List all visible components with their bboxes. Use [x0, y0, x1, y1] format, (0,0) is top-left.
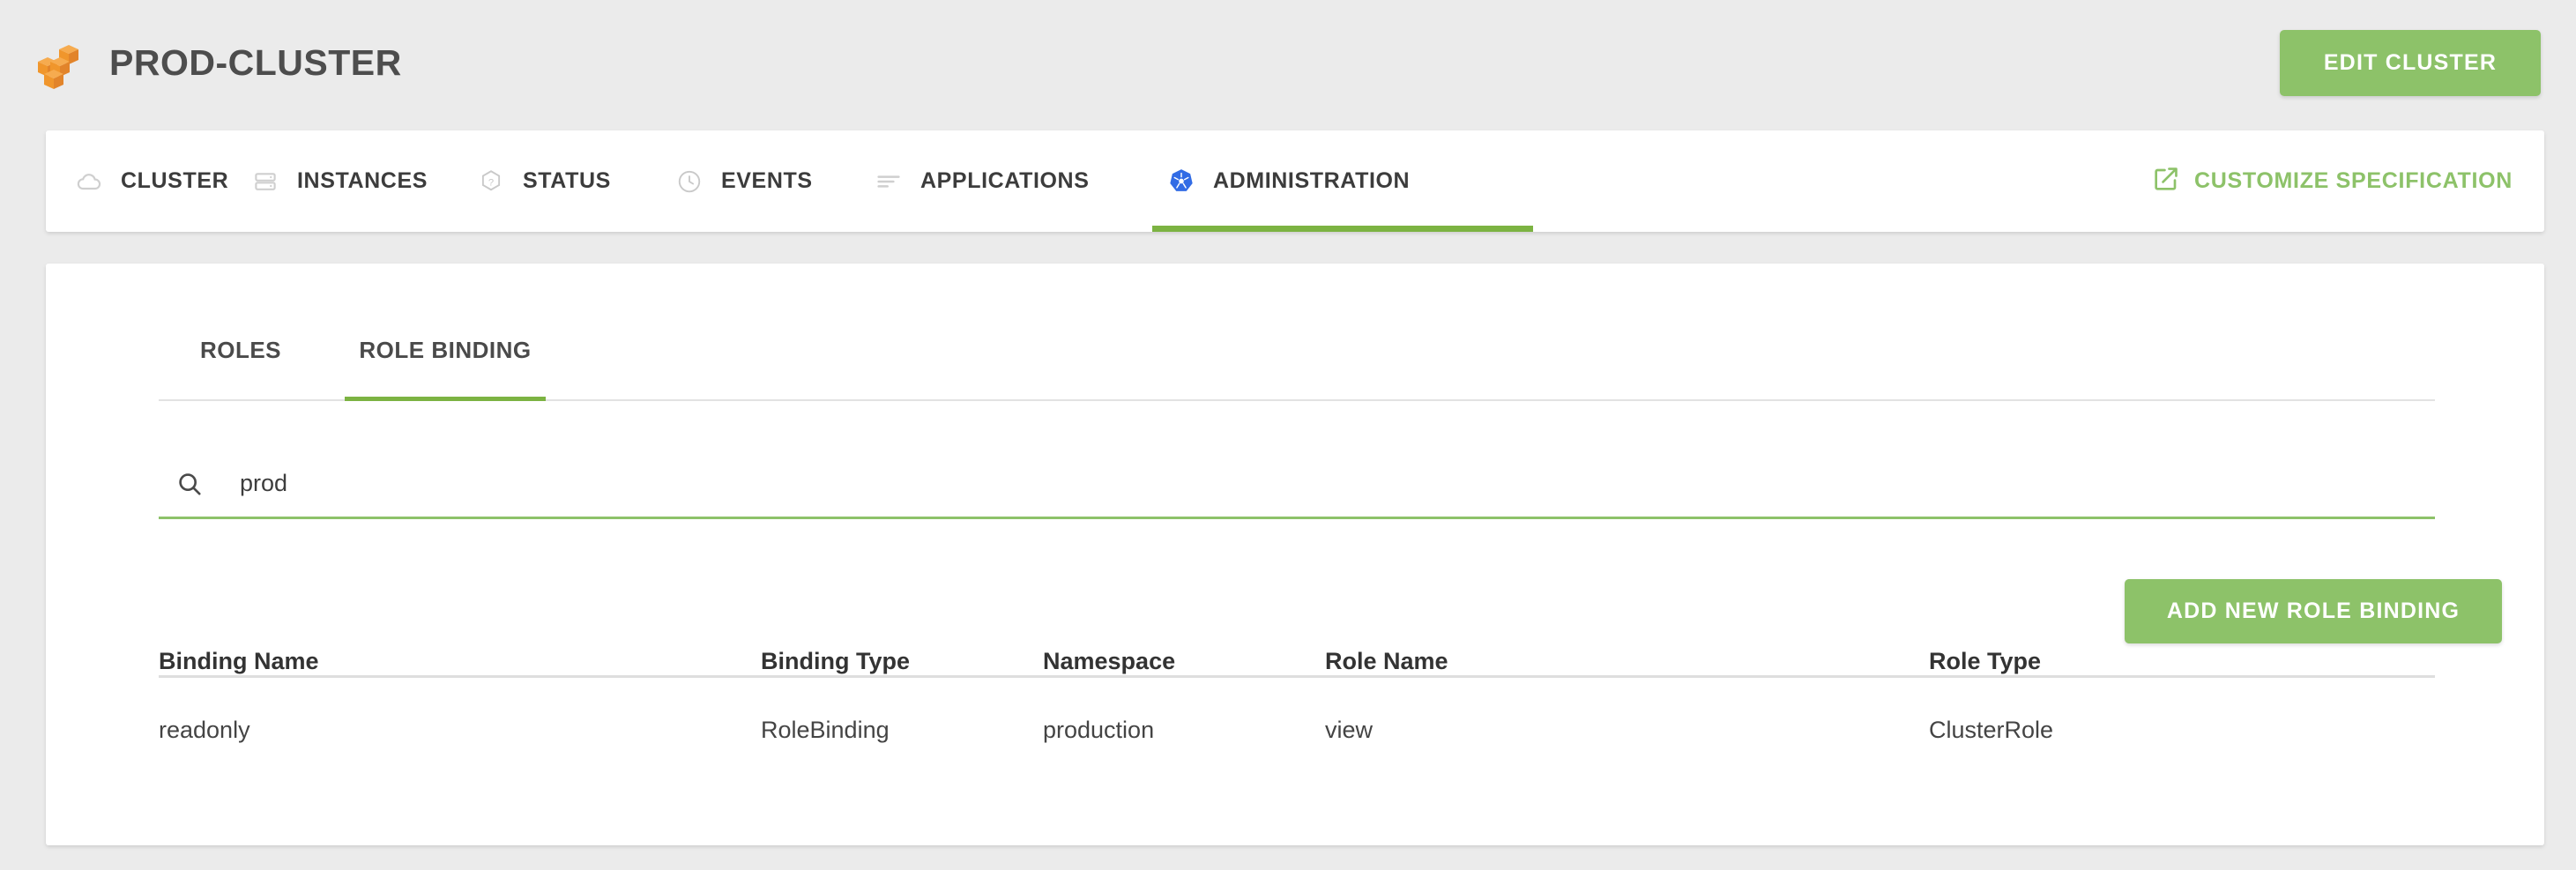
- hexagon-question-icon: ?: [476, 167, 506, 197]
- search-icon: [175, 469, 205, 499]
- subtab-underline: [345, 397, 546, 401]
- brand: PROD-CLUSTER: [32, 35, 402, 90]
- search-input[interactable]: [240, 461, 2435, 506]
- edit-cluster-button[interactable]: EDIT CLUSTER: [2280, 30, 2541, 96]
- server-icon: [250, 167, 280, 197]
- table-header-row: Binding Name Binding Type Namespace Role…: [159, 614, 2435, 678]
- nav-tab-events[interactable]: EVENTS: [674, 130, 874, 232]
- customize-specification-label: CUSTOMIZE SPECIFICATION: [2193, 168, 2513, 193]
- nav-tab-label: STATUS: [523, 168, 611, 193]
- search-row[interactable]: [159, 450, 2435, 519]
- cell-namespace: production: [1043, 716, 1155, 743]
- kubernetes-icon: [1166, 167, 1196, 197]
- cloud-icon: [74, 167, 104, 197]
- nav-tab-cluster[interactable]: CLUSTER: [74, 130, 250, 232]
- nav-tab-applications[interactable]: APPLICATIONS: [874, 130, 1166, 232]
- column-header-binding-type: Binding Type: [761, 648, 910, 674]
- svg-text:?: ?: [488, 177, 494, 188]
- clock-icon: [674, 167, 704, 197]
- nav-card: CLUSTER INSTANCES ? STATUS EVENTS APPLIC…: [46, 130, 2544, 232]
- page-header: PROD-CLUSTER EDIT CLUSTER: [0, 0, 2576, 130]
- column-header-binding-name: Binding Name: [159, 648, 319, 674]
- nav-tab-label: ADMINISTRATION: [1213, 168, 1411, 193]
- subtab-roles[interactable]: ROLES: [159, 322, 323, 399]
- nav-tab-label: EVENTS: [721, 168, 813, 193]
- cell-binding-type: RoleBinding: [761, 716, 890, 743]
- cell-role-type: ClusterRole: [1929, 716, 2054, 743]
- cell-binding-name: readonly: [159, 716, 250, 743]
- nav-tab-administration[interactable]: ADMINISTRATION: [1152, 130, 1533, 232]
- nav-tab-label: CLUSTER: [121, 168, 229, 193]
- customize-specification-link[interactable]: CUSTOMIZE SPECIFICATION: [2152, 130, 2513, 232]
- subtabs: ROLES ROLE BINDING: [159, 322, 2435, 401]
- role-binding-table: Binding Name Binding Type Namespace Role…: [159, 614, 2435, 782]
- table-row[interactable]: readonly RoleBinding production view Clu…: [159, 678, 2435, 782]
- content-card: ROLES ROLE BINDING ADD NEW ROLE BINDING …: [46, 264, 2544, 845]
- column-header-namespace: Namespace: [1043, 648, 1176, 674]
- subtab-role-binding[interactable]: ROLE BINDING: [345, 322, 546, 401]
- nav-tab-underline: [1152, 226, 1533, 232]
- nav-tabs: CLUSTER INSTANCES ? STATUS EVENTS APPLIC…: [46, 130, 1533, 232]
- nav-tab-status[interactable]: ? STATUS: [476, 130, 674, 232]
- add-new-role-binding-button[interactable]: ADD NEW ROLE BINDING: [2125, 579, 2502, 643]
- page-title: PROD-CLUSTER: [109, 41, 402, 83]
- subtab-label: ROLE BINDING: [359, 337, 532, 363]
- list-lines-icon: [874, 167, 904, 197]
- nav-tab-label: INSTANCES: [297, 168, 428, 193]
- subtab-label: ROLES: [199, 337, 282, 363]
- nav-tab-label: APPLICATIONS: [920, 168, 1090, 193]
- external-link-icon: [2152, 165, 2180, 197]
- cell-role-name: view: [1325, 716, 1374, 743]
- column-header-role-name: Role Name: [1325, 648, 1448, 674]
- aws-cubes-logo-icon: [32, 35, 86, 90]
- column-header-role-type: Role Type: [1929, 648, 2042, 674]
- nav-tab-instances[interactable]: INSTANCES: [250, 130, 476, 232]
